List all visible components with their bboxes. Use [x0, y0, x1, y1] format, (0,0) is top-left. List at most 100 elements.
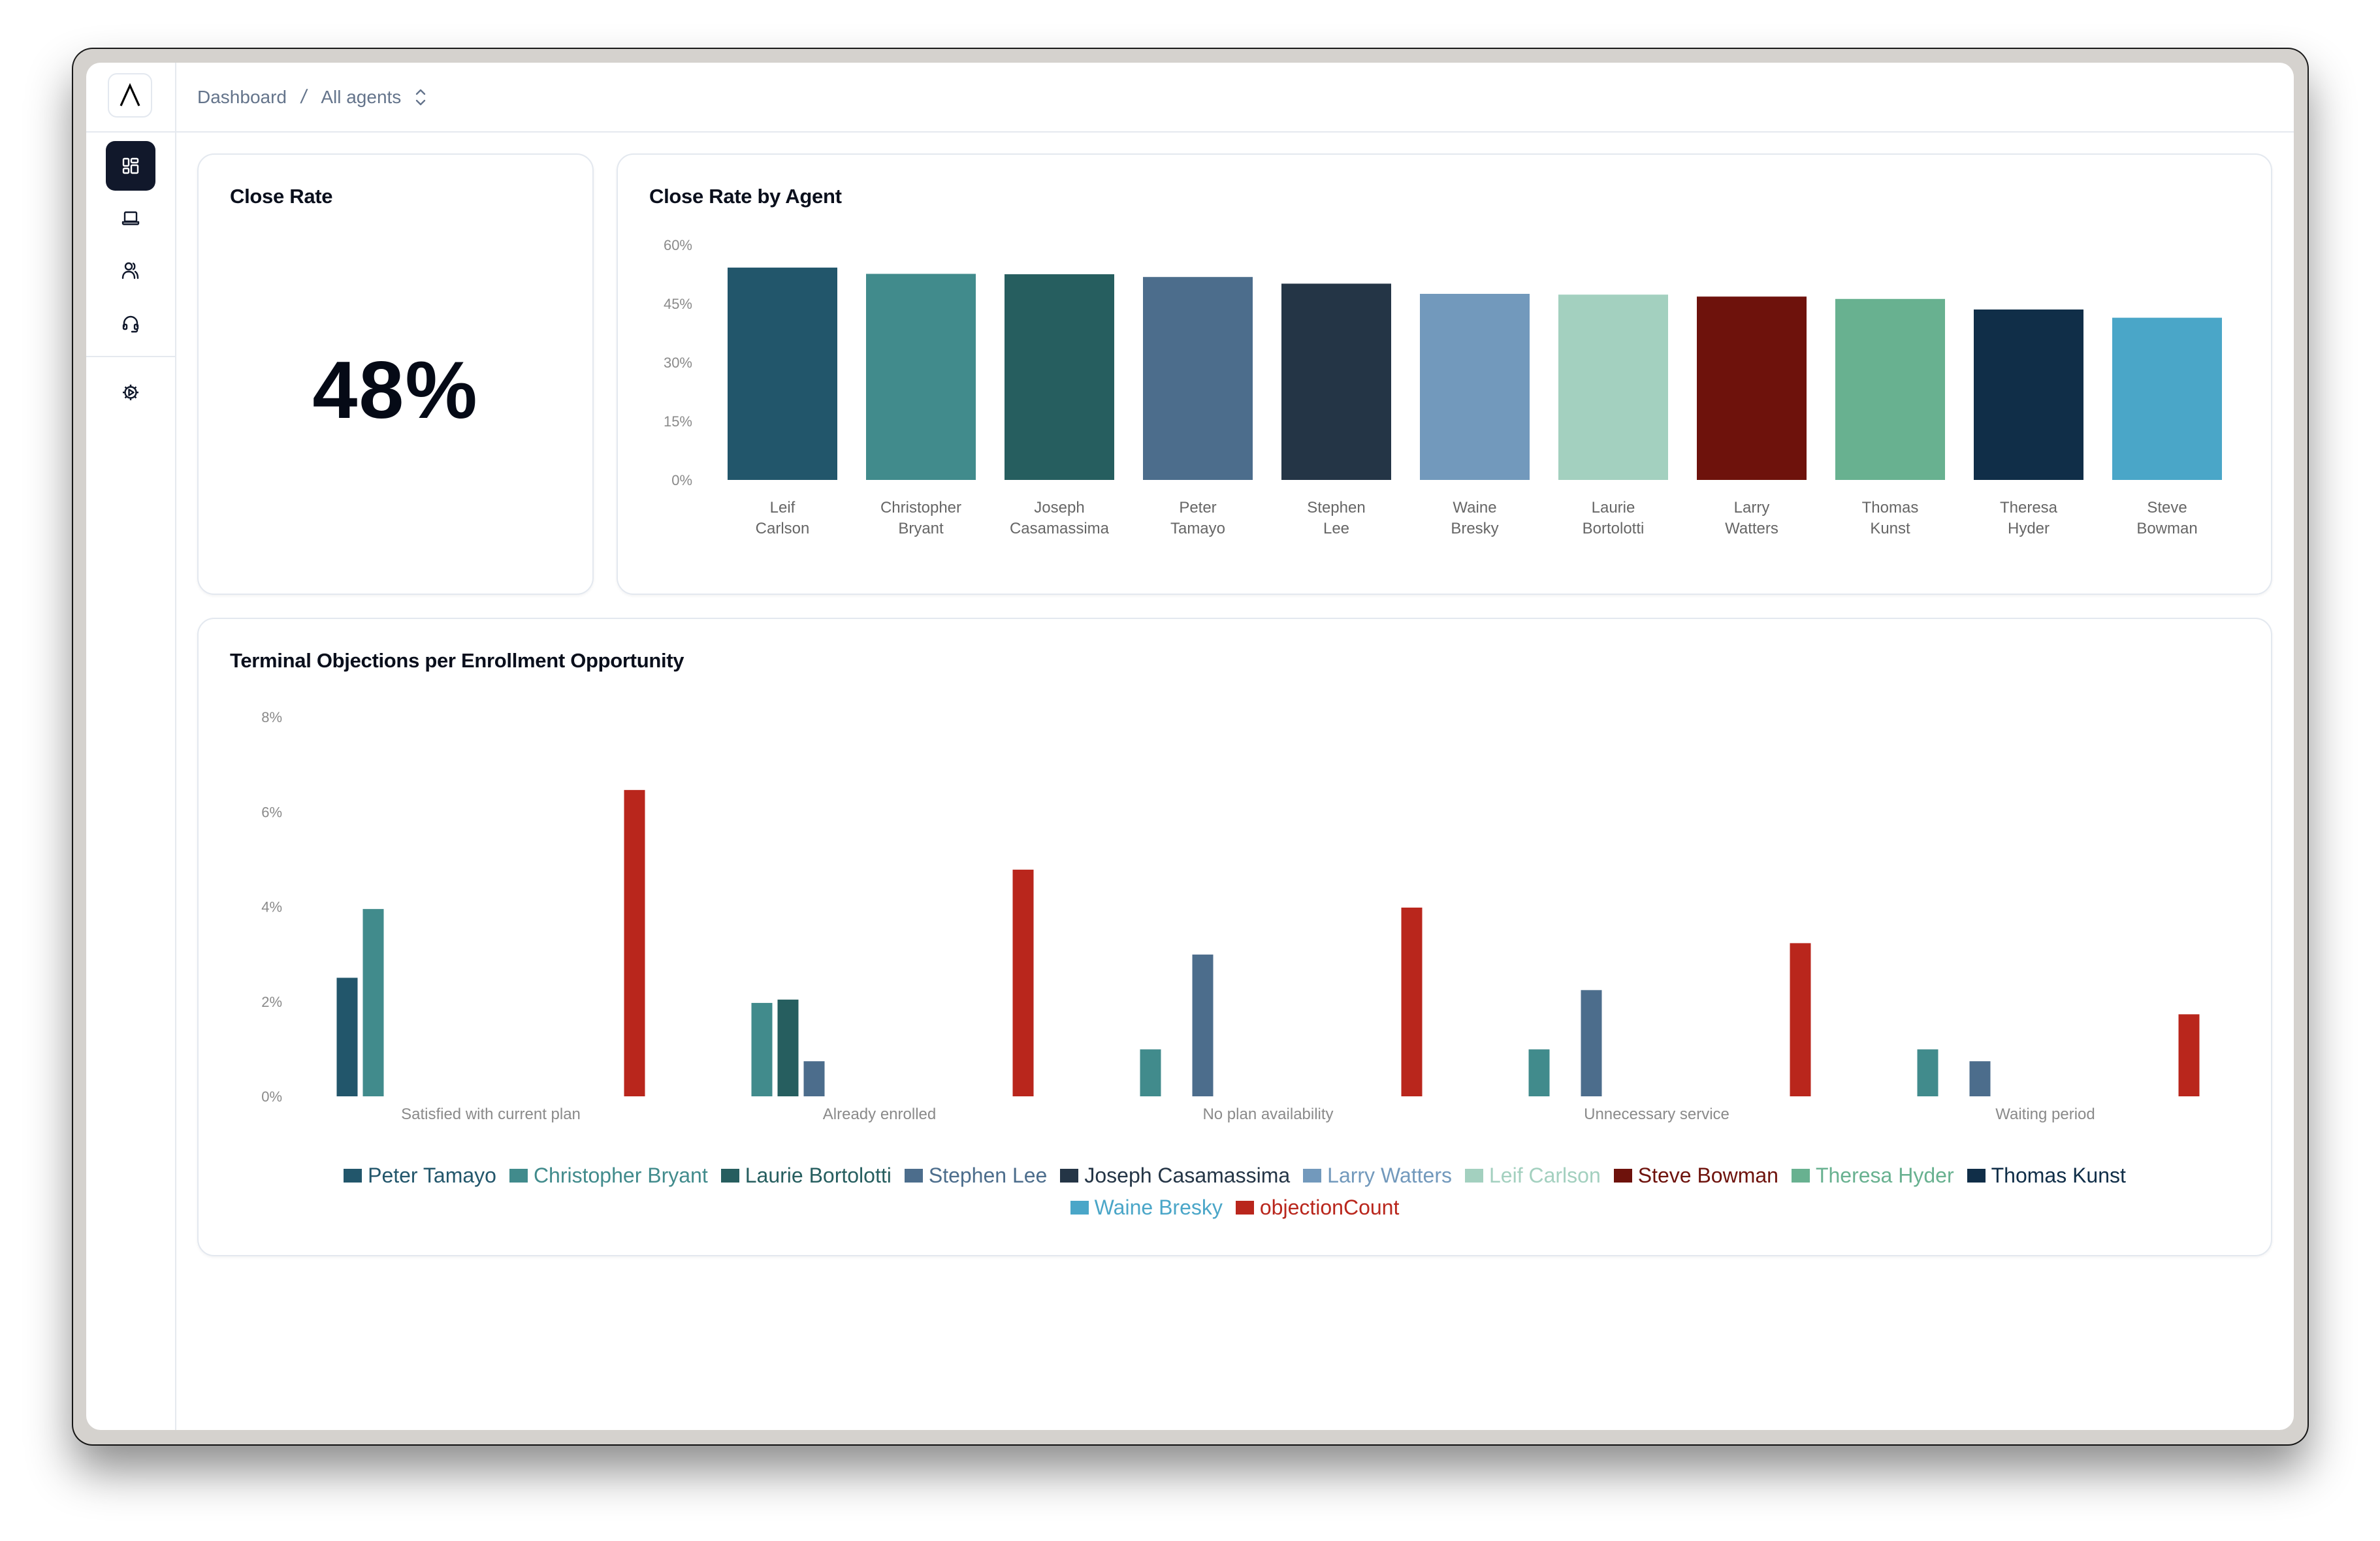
- breadcrumb-dashboard[interactable]: Dashboard: [197, 87, 287, 108]
- legend-item[interactable]: Leif Carlson: [1464, 1164, 1601, 1188]
- y-tick-label: 4%: [261, 899, 282, 915]
- x-tick-label: Casamassima: [1010, 520, 1110, 537]
- x-tick-label: Larry: [1734, 499, 1770, 516]
- x-tick-label: Tamayo: [1170, 520, 1225, 537]
- x-tick-label: Stephen: [1307, 499, 1365, 516]
- x-tick-label: Hyder: [2008, 520, 2050, 537]
- bar-steve-bowman[interactable]: [2112, 317, 2222, 480]
- close-rate-value: 48%: [312, 345, 479, 436]
- users-icon: [121, 262, 139, 279]
- sidebar-item-agents[interactable]: [106, 246, 155, 295]
- legend-label: Thomas Kunst: [1991, 1164, 2126, 1187]
- x-tick-label: No plan availability: [1202, 1105, 1333, 1123]
- x-tick-label: Leif: [770, 499, 796, 516]
- x-tick-label: Bresky: [1451, 520, 1498, 537]
- legend-item[interactable]: Christopher Bryant: [509, 1164, 708, 1188]
- bar-laurie-bortolotti[interactable]: [777, 999, 799, 1096]
- legend-swatch: [1070, 1201, 1089, 1215]
- x-tick-label: Laurie: [1592, 499, 1635, 516]
- x-tick-label: Christopher: [880, 499, 961, 516]
- dashboard-grid-icon: [122, 157, 139, 174]
- x-tick-label: Watters: [1725, 520, 1778, 537]
- bar-christopher-bryant[interactable]: [362, 909, 384, 1096]
- bar-peter-tamayo[interactable]: [1143, 277, 1253, 480]
- y-tick-label: 45%: [664, 296, 692, 312]
- legend-swatch: [344, 1169, 362, 1183]
- card-title: Close Rate: [230, 185, 333, 208]
- bar-waine-bresky[interactable]: [1420, 294, 1530, 480]
- x-tick-label: Theresa: [2000, 499, 2058, 516]
- sidebar-item-settings[interactable]: [106, 368, 155, 417]
- legend-item[interactable]: Thomas Kunst: [1967, 1164, 2126, 1188]
- legend-swatch: [1303, 1169, 1322, 1183]
- bar-theresa-hyder[interactable]: [1974, 310, 2083, 480]
- legend-item[interactable]: Stephen Lee: [904, 1164, 1048, 1188]
- y-tick-label: 15%: [664, 413, 692, 430]
- legend-label: Steve Bowman: [1637, 1164, 1778, 1187]
- bar-objectioncount[interactable]: [1790, 943, 1811, 1096]
- bar-objectioncount[interactable]: [1401, 907, 1423, 1096]
- legend-item[interactable]: Theresa Hyder: [1791, 1164, 1954, 1188]
- sidebar-divider: [86, 131, 175, 133]
- laptop-icon: [121, 211, 140, 225]
- bar-christopher-bryant[interactable]: [1140, 1049, 1161, 1096]
- legend-item[interactable]: Peter Tamayo: [344, 1164, 496, 1188]
- sidebar-item-support[interactable]: [106, 299, 155, 349]
- bar-stephen-lee[interactable]: [803, 1061, 825, 1096]
- legend-label: Peter Tamayo: [368, 1164, 496, 1187]
- sidebar-item-dashboard[interactable]: [106, 141, 155, 191]
- bar-stephen-lee[interactable]: [1969, 1061, 1991, 1096]
- x-tick-label: Waine: [1453, 499, 1496, 516]
- x-tick-label: Waiting period: [1995, 1105, 2095, 1123]
- legend-label: Stephen Lee: [928, 1164, 1048, 1187]
- bar-joseph-casamassima[interactable]: [1005, 274, 1114, 480]
- bar-stephen-lee[interactable]: [1581, 990, 1602, 1096]
- legend-swatch: [1464, 1169, 1483, 1183]
- x-tick-label: Thomas: [1862, 499, 1919, 516]
- bar-objectioncount[interactable]: [2178, 1014, 2200, 1096]
- breadcrumb-agent-selector[interactable]: All agents: [321, 87, 401, 108]
- x-tick-label: Joseph: [1034, 499, 1084, 516]
- legend-item[interactable]: Waine Bresky: [1070, 1196, 1223, 1220]
- sidebar-item-devices[interactable]: [106, 193, 155, 243]
- bar-christopher-bryant[interactable]: [1528, 1049, 1550, 1096]
- y-tick-label: 8%: [261, 709, 282, 725]
- bar-leif-carlson[interactable]: [728, 267, 837, 480]
- legend-item[interactable]: objectionCount: [1235, 1196, 1399, 1220]
- bar-larry-watters[interactable]: [1697, 296, 1807, 480]
- bar-objectioncount[interactable]: [1012, 869, 1034, 1096]
- bar-peter-tamayo[interactable]: [336, 977, 358, 1096]
- close-rate-by-agent-chart: 0% 15% 30% 45% 60% Leif Carlson Christopher Brya…: [664, 237, 2222, 537]
- x-tick-label: Lee: [1323, 520, 1349, 537]
- top-bar: Dashboard / All agents: [176, 63, 2294, 133]
- gear-icon: [123, 385, 138, 400]
- legend-swatch: [720, 1169, 739, 1183]
- close-rate-by-agent-card: Close Rate by Agent 0% 15% 30% 45% 60% Leif Ca…: [617, 153, 2272, 595]
- bar-christopher-bryant[interactable]: [1917, 1049, 1938, 1096]
- x-tick-label: Bowman: [2136, 520, 2197, 537]
- legend-item[interactable]: Joseph Casamassima: [1060, 1164, 1290, 1188]
- legend-item[interactable]: Laurie Bortolotti: [720, 1164, 892, 1188]
- y-tick-label: 0%: [261, 1088, 282, 1105]
- legend-label: Christopher Bryant: [533, 1164, 708, 1187]
- legend-item[interactable]: Steve Bowman: [1613, 1164, 1778, 1188]
- chevron-up-down-icon[interactable]: [413, 86, 428, 108]
- bar-thomas-kunst[interactable]: [1835, 298, 1945, 480]
- bar-christopher-bryant[interactable]: [866, 274, 976, 480]
- x-tick-label: Kunst: [1870, 520, 1910, 537]
- app-window: Dashboard / All agents Close Rate 48% Cl…: [86, 63, 2294, 1430]
- logo[interactable]: [108, 73, 152, 118]
- bar-christopher-bryant[interactable]: [751, 1002, 773, 1096]
- legend-label: Joseph Casamassima: [1084, 1164, 1291, 1187]
- chart-legend: Peter Tamayo Christopher Bryant Laurie Bor…: [225, 1164, 2245, 1220]
- legend-label: Waine Bresky: [1094, 1196, 1223, 1219]
- legend-label: Laurie Bortolotti: [745, 1164, 892, 1187]
- bar-stephen-lee[interactable]: [1281, 283, 1391, 480]
- bar-laurie-bortolotti[interactable]: [1558, 294, 1668, 480]
- legend-label: Larry Watters: [1327, 1164, 1452, 1187]
- bar-objectioncount[interactable]: [624, 789, 645, 1096]
- x-tick-label: Carlson: [756, 520, 810, 537]
- terminal-objections-card: Terminal Objections per Enrollment Oppor…: [197, 618, 2272, 1256]
- legend-item[interactable]: Larry Watters: [1303, 1164, 1452, 1188]
- bar-stephen-lee[interactable]: [1192, 954, 1214, 1096]
